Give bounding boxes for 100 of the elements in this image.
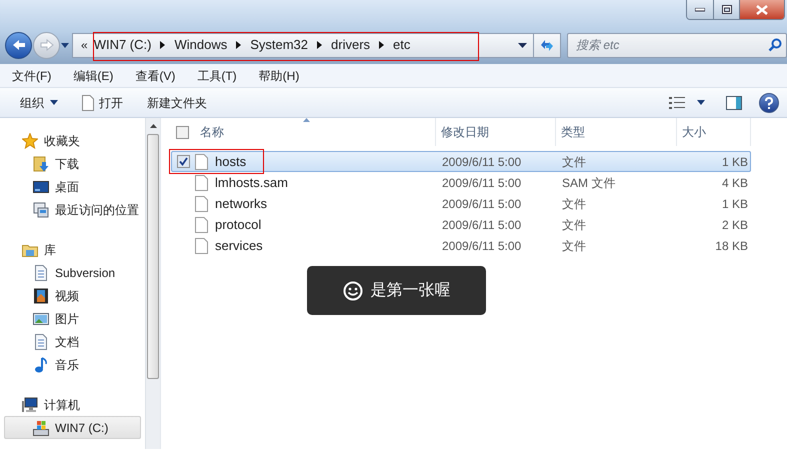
refresh-icon [539, 38, 555, 52]
modified-date: 2009/6/11 5:00 [442, 176, 522, 190]
desktop-icon [33, 178, 49, 194]
checkbox[interactable] [176, 126, 189, 138]
file-icon [195, 154, 208, 170]
chevron-icon [236, 41, 242, 49]
nav-item[interactable]: 视频 [4, 284, 141, 307]
menu-item[interactable]: 帮助(H) [252, 66, 306, 84]
refresh-button[interactable] [534, 32, 561, 58]
document-icon [33, 334, 49, 350]
caret-icon [697, 100, 705, 105]
nav-item[interactable]: 音乐 [4, 353, 141, 376]
toast-message: 是第一张喔 [370, 280, 450, 300]
file-size: 18 KB [715, 238, 748, 252]
file-icon [195, 238, 208, 254]
breadcrumb[interactable]: System32 [250, 35, 308, 55]
sort-arrow-icon [303, 118, 310, 122]
picture-icon [33, 310, 49, 326]
file-name: protocol [215, 216, 262, 234]
nav-group[interactable]: 收藏夹 [0, 130, 145, 152]
file-name: lmhosts.sam [215, 174, 288, 192]
file-size: 2 KB [722, 218, 748, 232]
toolbar-button[interactable]: 打开 [74, 92, 131, 114]
maximize-button[interactable] [714, 0, 740, 19]
nav-group[interactable]: 计算机 [0, 394, 145, 416]
overflow-chevron[interactable]: « [81, 36, 88, 54]
menu-item[interactable]: 工具(T) [191, 66, 243, 84]
star-icon [22, 133, 38, 149]
file-row[interactable]: services 2009/6/11 5:00 文件 18 KB [171, 235, 751, 256]
film-icon [33, 288, 49, 304]
maximize-icon [722, 5, 732, 14]
modified-date: 2009/6/11 5:00 [442, 154, 522, 168]
forward-arrow-icon [40, 39, 54, 51]
file-name: services [215, 236, 263, 255]
nav-item[interactable]: 最近访问的位置 [4, 198, 141, 221]
file-type: SAM 文件 [562, 176, 616, 190]
caret-icon [50, 100, 58, 105]
minimize-icon [695, 8, 705, 12]
help-icon [765, 96, 773, 108]
file-icon [195, 216, 208, 232]
file-icon [195, 196, 208, 212]
drive-icon [33, 420, 49, 436]
nav-group[interactable]: 库 [0, 239, 145, 261]
caret-icon [61, 42, 69, 48]
pane-icon [726, 96, 742, 110]
search-icon [768, 38, 782, 52]
computer-icon [22, 397, 38, 413]
file-type: 文件 [562, 196, 586, 210]
scroll-thumb[interactable] [147, 134, 159, 379]
file-name: hosts [215, 152, 246, 171]
breadcrumb[interactable]: Windows [174, 35, 228, 55]
chevron-icon [317, 41, 322, 49]
organize-button[interactable]: 组织 [12, 92, 66, 114]
minimize-button[interactable] [687, 0, 714, 19]
breadcrumb[interactable]: etc [393, 35, 410, 55]
column-header[interactable]: 类型 [556, 118, 677, 146]
nav-item[interactable]: 下载 [4, 152, 141, 175]
nav-item[interactable]: 桌面 [4, 175, 141, 198]
library-folder-icon [22, 242, 38, 258]
file-type: 文件 [562, 238, 586, 252]
list-view-icon [669, 96, 685, 108]
breadcrumb[interactable]: WIN7 (C:) [94, 35, 152, 55]
nav-item[interactable]: Subversion [4, 261, 141, 284]
modified-date: 2009/6/11 5:00 [442, 218, 522, 232]
file-icon [195, 174, 208, 190]
close-button[interactable] [740, 0, 784, 19]
scrollbar[interactable] [145, 118, 160, 449]
file-type: 文件 [562, 154, 586, 168]
music-note-icon [33, 356, 49, 372]
search-input[interactable]: 搜索 etc [576, 36, 768, 54]
nav-item[interactable]: WIN7 (C:) [4, 416, 141, 439]
file-row[interactable]: networks 2009/6/11 5:00 文件 1 KB [171, 193, 751, 214]
search-field[interactable]: 搜索 etc [567, 32, 787, 58]
nav-item[interactable]: 图片 [4, 307, 141, 330]
file-type: 文件 [562, 218, 586, 232]
file-row[interactable]: hosts 2009/6/11 5:00 文件 1 KB [171, 151, 751, 172]
caret-icon [518, 42, 527, 48]
file-size: 4 KB [722, 176, 748, 190]
menu-item[interactable]: 文件(F) [6, 66, 58, 84]
scroll-up-icon [150, 124, 156, 128]
chevron-icon [379, 41, 384, 49]
modified-date: 2009/6/11 5:00 [442, 238, 522, 252]
menu-item[interactable]: 查看(V) [129, 66, 182, 84]
back-button[interactable] [5, 32, 32, 58]
document-icon [33, 264, 49, 280]
file-row[interactable]: lmhosts.sam 2009/6/11 5:00 SAM 文件 4 KB [171, 172, 751, 193]
file-size: 1 KB [722, 196, 748, 210]
menu-item[interactable]: 编辑(E) [67, 66, 120, 84]
column-header[interactable]: 修改日期 [436, 118, 556, 146]
column-header[interactable]: 名称 [171, 118, 436, 146]
file-row[interactable]: protocol 2009/6/11 5:00 文件 2 KB [171, 214, 751, 235]
modified-date: 2009/6/11 5:00 [442, 196, 522, 210]
toolbar-button[interactable]: 新建文件夹 [139, 92, 215, 114]
column-header[interactable]: 大小 [677, 118, 751, 146]
help-button[interactable] [759, 92, 779, 112]
close-icon [756, 4, 768, 14]
nav-item[interactable]: 文档 [4, 330, 141, 353]
breadcrumb[interactable]: drivers [331, 35, 370, 55]
checkbox[interactable] [177, 155, 190, 168]
back-arrow-icon [12, 39, 26, 51]
